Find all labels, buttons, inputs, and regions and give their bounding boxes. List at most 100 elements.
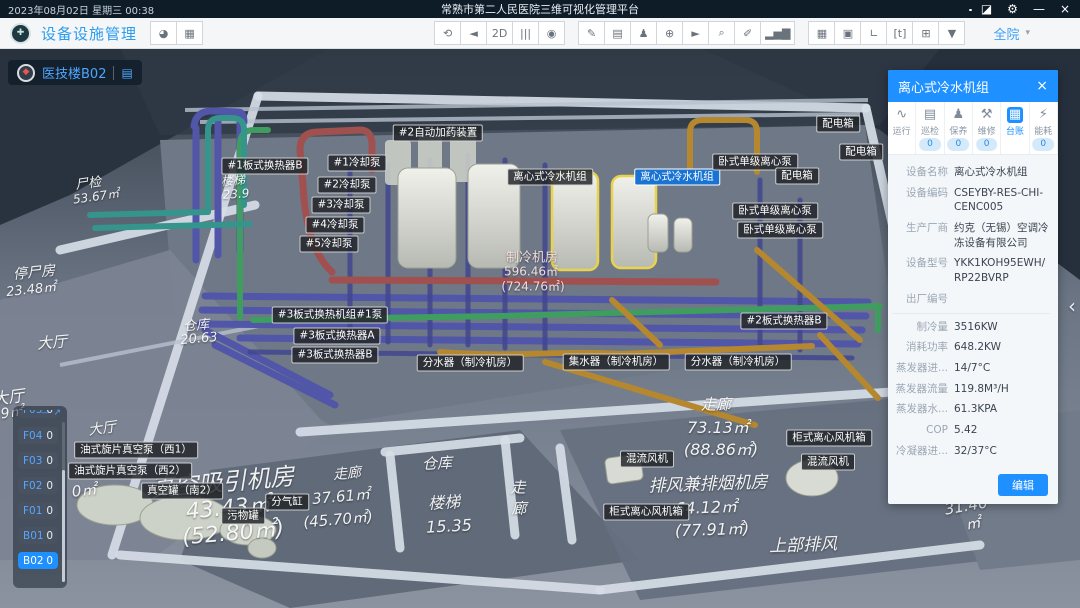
tab-label: 维修: [978, 124, 996, 137]
tab-upkeep[interactable]: ♟ 保养 0: [945, 102, 973, 154]
field-row: 生产厂商 约克（无锡）空调冷冻设备有限公司: [892, 221, 1050, 250]
measure-pen-icon[interactable]: ✎: [578, 21, 605, 45]
equipment-label[interactable]: #4冷却泵: [306, 216, 365, 233]
floor-list: F04 0 F03 0 F02 0 F01 0: [18, 427, 62, 569]
scope-selector[interactable]: 全院: [993, 24, 1019, 43]
mode-2d-icon[interactable]: 2D: [486, 21, 513, 45]
equipment-label[interactable]: 油式旋片真空泵（西2）: [68, 462, 192, 479]
equipment-label[interactable]: #3冷却泵: [312, 196, 371, 213]
rotate-reset-icon[interactable]: ⟲: [434, 21, 461, 45]
equipment-label[interactable]: 离心式冷水机组: [634, 168, 720, 185]
equipment-label[interactable]: 离心式冷水机组: [507, 168, 593, 185]
equipment-label[interactable]: 配电箱: [839, 143, 883, 160]
field-row: 消耗功率 648.2KW: [892, 340, 1050, 355]
monitor-box-icon[interactable]: ▣: [834, 21, 861, 45]
screenshot-panel-icon[interactable]: ◪: [981, 3, 992, 15]
tab-icon: ⚡: [1037, 107, 1050, 123]
panel-tabs: ∿ 运行 ▤ 巡检 0 ♟ 保养 0 ⚒ 维修: [888, 102, 1058, 155]
translate-mark-icon[interactable]: [t]: [886, 21, 913, 45]
equipment-label[interactable]: #2自动加药装置: [393, 124, 483, 141]
equipment-label[interactable]: 配电箱: [775, 167, 819, 184]
equipment-label[interactable]: 真空罐（南2）: [141, 482, 223, 499]
floor-item[interactable]: F04 0: [18, 427, 58, 444]
equipment-label[interactable]: #1冷却泵: [328, 154, 387, 171]
floor-item[interactable]: B02 0: [18, 552, 58, 569]
search-icon[interactable]: ⌕: [708, 21, 735, 45]
cctv-camera-icon[interactable]: ►: [682, 21, 709, 45]
floor-slice-icon[interactable]: |||: [512, 21, 539, 45]
field-row: 出厂编号: [892, 292, 1050, 307]
equipment-label[interactable]: 油式旋片真空泵（西1）: [74, 441, 198, 458]
app-grid-icon[interactable]: ▦: [176, 21, 203, 45]
tab-label: 保养: [949, 124, 967, 137]
statistics-icon[interactable]: ▂▅▇: [760, 21, 795, 45]
data-table-icon[interactable]: ▦: [808, 21, 835, 45]
equipment-label[interactable]: 混流风机: [801, 453, 855, 470]
minimize-panel-icon[interactable]: —: [40, 408, 49, 418]
minimize-icon[interactable]: —: [1033, 3, 1045, 15]
tab-badge: 0: [919, 138, 941, 151]
building-label: 医技楼B02: [42, 63, 106, 82]
tab-badge: 0: [976, 138, 998, 151]
visibility-eye-icon[interactable]: ◉: [538, 21, 565, 45]
field-row: 蒸发器流量 119.8M³/H: [892, 382, 1050, 397]
expand-panel-icon[interactable]: ↗: [53, 408, 61, 418]
close-icon[interactable]: ×: [1036, 78, 1048, 94]
equipment-label[interactable]: 配电箱: [816, 115, 860, 132]
data-tools-group: ▦▣∟[t]⊞▼: [809, 21, 965, 45]
tab-icon: ▦: [1007, 107, 1023, 123]
equipment-label[interactable]: 卧式单级离心泵: [737, 221, 823, 238]
equipment-label[interactable]: 污物罐: [221, 507, 265, 524]
tab-icon: ▤: [922, 107, 938, 123]
personnel-icon[interactable]: ♟: [630, 21, 657, 45]
floor-item[interactable]: B01 0: [18, 527, 58, 544]
module-title: 设备设施管理: [41, 23, 137, 44]
tab-inspection[interactable]: ▤ 巡检 0: [916, 102, 944, 154]
equipment-label[interactable]: 卧式单级离心泵: [732, 202, 818, 219]
field-row: COP 5.42: [892, 423, 1050, 438]
equipment-label[interactable]: 分气缸: [265, 493, 309, 510]
select-back-icon[interactable]: ◄: [460, 21, 487, 45]
equipment-label[interactable]: #3板式换热器B: [291, 346, 378, 363]
floor-item[interactable]: F01 0: [18, 502, 58, 519]
equipment-label[interactable]: 分水器（制冷机房）: [685, 353, 792, 370]
equipment-label[interactable]: 柜式离心风机箱: [786, 429, 872, 446]
compass-icon: ◆: [17, 64, 35, 82]
equipment-label[interactable]: 集水器（制冷机房）: [563, 353, 670, 370]
close-window-icon[interactable]: ×: [1060, 3, 1070, 15]
network-globe-icon[interactable]: ⊕: [656, 21, 683, 45]
app-window: 尸检53.67㎡楼梯23.9停尸房23.48㎡仓库20.63大厅大厅9㎡大厅0㎡…: [0, 0, 1080, 608]
equipment-label[interactable]: #5冷却泵: [300, 235, 359, 252]
tab-repair[interactable]: ⚒ 维修 0: [973, 102, 1001, 154]
field-row: 冷凝器进... 32/37°C: [892, 444, 1050, 459]
pipeline-icon[interactable]: ∟: [860, 21, 887, 45]
filter-funnel-icon[interactable]: ▼: [938, 21, 965, 45]
equipment-label[interactable]: #2冷却泵: [318, 176, 377, 193]
quick-buttons-group: ◕▦: [151, 21, 203, 45]
settings-gear-icon[interactable]: ⚙: [1007, 3, 1018, 15]
pie-chart-icon[interactable]: ◕: [150, 21, 177, 45]
edit-button[interactable]: 编辑: [998, 474, 1048, 496]
equipment-label[interactable]: #1板式换热器B: [221, 157, 308, 174]
annotate-edit-icon[interactable]: ✐: [734, 21, 761, 45]
view-tools-group: ⟲◄2D|||◉: [435, 21, 565, 45]
tab-ledger[interactable]: ▦ 台账: [1001, 102, 1029, 154]
equipment-label[interactable]: 分水器（制冷机房）: [417, 354, 524, 371]
equipment-label[interactable]: 混流风机: [620, 450, 674, 467]
equipment-label[interactable]: 柜式离心风机箱: [603, 503, 689, 520]
floor-scrollbar[interactable]: [62, 422, 65, 582]
building-selector-button[interactable]: ◆ 医技楼B02 ▤: [8, 60, 142, 85]
panel-collapse-icon[interactable]: ‹: [1068, 294, 1076, 318]
platform-title: 常熟市第二人民医院三维可视化管理平台: [441, 1, 639, 17]
floor-list-icon[interactable]: ▤: [121, 66, 132, 80]
tab-run[interactable]: ∿ 运行: [888, 102, 916, 154]
tab-energy[interactable]: ⚡ 能耗 0: [1030, 102, 1058, 154]
equipment-label[interactable]: #2板式换热器B: [740, 312, 827, 329]
maintenance-calendar-icon[interactable]: ⊞: [912, 21, 939, 45]
floor-item[interactable]: F02 0: [18, 477, 58, 494]
floor-item[interactable]: F03 0: [18, 452, 58, 469]
equipment-label[interactable]: #3板式换热机组#1泵: [272, 306, 388, 323]
chevron-down-icon[interactable]: ▾: [1025, 28, 1030, 38]
id-card-icon[interactable]: ▤: [604, 21, 631, 45]
equipment-label[interactable]: #3板式换热器A: [293, 327, 380, 344]
